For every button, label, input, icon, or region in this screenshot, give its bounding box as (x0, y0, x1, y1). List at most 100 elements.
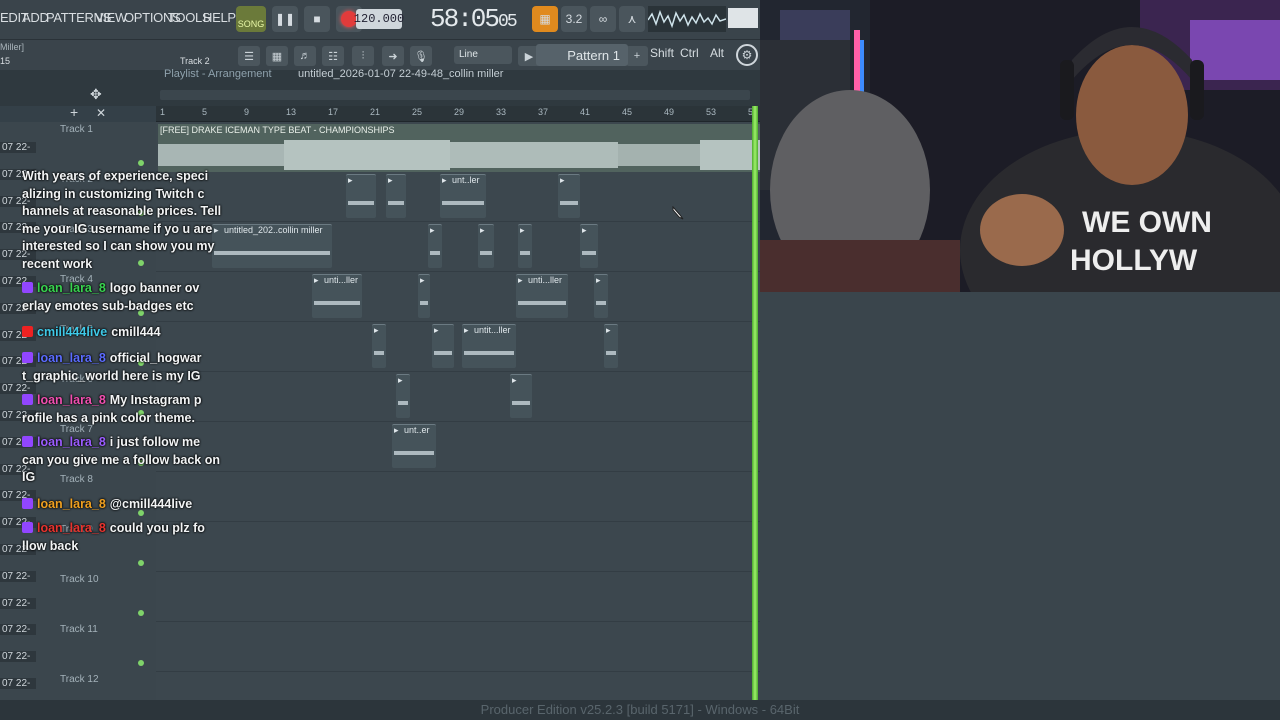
pattern-clip[interactable]: ▸ (418, 274, 430, 318)
timeline-ruler[interactable]: 159131721252933374145495357 (156, 106, 760, 122)
menu-help[interactable]: HELP (203, 10, 236, 25)
track-lane[interactable] (156, 522, 760, 572)
track-mute-led[interactable] (138, 560, 144, 566)
shift-key[interactable]: Shift (650, 46, 674, 60)
pause-icon: ❚❚ (274, 12, 296, 26)
pattern-clip[interactable]: ▸ unt..er (392, 424, 436, 468)
pattern-clip[interactable]: ▸ (594, 274, 608, 318)
youtube-badge-icon (22, 326, 33, 337)
clip-label: unti...ller (528, 275, 563, 285)
clip-label: untit...ller (474, 325, 511, 335)
track-mute-led[interactable] (138, 660, 144, 666)
clip-waveform (560, 201, 578, 205)
chat-message: loan_lara_8 i just follow me can you give… (22, 434, 222, 487)
clip-arrow-icon: ▸ (430, 225, 435, 235)
pattern-clip[interactable]: ▸ (510, 374, 532, 418)
clip-waveform (512, 401, 530, 405)
track-label[interactable]: Track 1 (60, 124, 150, 135)
tempo-display[interactable]: 120.000 (354, 9, 404, 29)
cpu-meter (728, 8, 758, 28)
pause-button[interactable]: ❚❚ (272, 6, 298, 32)
close-icon[interactable]: ✕ (96, 106, 106, 120)
add-pattern-icon[interactable]: + (626, 46, 648, 66)
mic-icon[interactable]: 🎙 (410, 46, 432, 66)
transport-panel: SONG ❚❚ ■ (236, 4, 362, 34)
track-lane[interactable] (156, 422, 760, 472)
menu-view[interactable]: VIEW (95, 10, 127, 25)
history-timestamp[interactable]: 07 22- (0, 597, 36, 609)
playlist-icon[interactable]: ☰ (238, 46, 260, 66)
track-mute-led[interactable] (138, 610, 144, 616)
track-lane[interactable] (156, 622, 760, 672)
clip-arrow-icon: ▸ (596, 275, 601, 285)
chat-username: loan_lara_8 (37, 521, 106, 535)
chat-message: loan_lara_8 @cmill444live (22, 496, 222, 514)
arrow-icon[interactable]: ➜ (382, 46, 404, 66)
pattern-clip[interactable]: ▸ (432, 324, 454, 368)
history-timestamp[interactable]: 07 22- (0, 678, 36, 689)
chat-username: loan_lara_8 (37, 351, 106, 365)
menu-add[interactable]: ADD (22, 10, 49, 25)
hoodie-text-2: HOLLYW (1070, 244, 1198, 277)
pattern-clip[interactable]: ▸ (386, 174, 406, 218)
track-mute-led[interactable] (138, 160, 144, 166)
channel-rack-icon[interactable]: ▦ (266, 46, 288, 66)
clip-waveform (398, 401, 408, 405)
clip-waveform (606, 351, 616, 355)
pattern-clip[interactable]: ▸ (604, 324, 618, 368)
pattern-clip[interactable]: ▸ (518, 224, 532, 268)
piano-roll-icon[interactable]: ♬ (294, 46, 316, 66)
settings-gear-icon[interactable]: ⚙ (736, 44, 758, 66)
pattern-clip[interactable]: ▸ (396, 374, 410, 418)
track-lane[interactable] (156, 272, 760, 322)
track-lane[interactable] (156, 472, 760, 522)
history-timestamp[interactable]: 07 22- (0, 624, 36, 636)
blend-notes-icon[interactable]: ⋏ (619, 6, 645, 32)
hoodie-text: WE OWN (1082, 206, 1212, 239)
metronome-icon[interactable]: ▦ (532, 6, 558, 32)
pattern-clip[interactable]: ▸ (478, 224, 494, 268)
ctrl-key[interactable]: Ctrl (680, 46, 699, 60)
clip-arrow-icon: ▸ (434, 325, 439, 335)
track-lane[interactable] (156, 322, 760, 372)
ruler-tick: 1 (160, 107, 166, 117)
mixer-icon[interactable]: ⫶ (352, 46, 374, 66)
pattern-clip[interactable]: ▸ (558, 174, 580, 218)
pattern-clip[interactable]: ▸ (346, 174, 376, 218)
pattern-clip[interactable]: ▸ (580, 224, 598, 268)
pattern-clip[interactable]: ▸ unt..ler (440, 174, 486, 218)
history-timestamp[interactable]: 07 22- (0, 142, 36, 153)
browser-icon[interactable]: ☷ (322, 46, 344, 66)
horizontal-scrollbar[interactable] (160, 90, 750, 100)
history-timestamp[interactable]: 07 22- (0, 570, 36, 582)
pattern-selector[interactable]: Pattern 1 (536, 44, 628, 66)
track-label[interactable]: Track 11 (60, 624, 150, 635)
alt-key[interactable]: Alt (710, 46, 724, 60)
track-lane[interactable] (156, 572, 760, 622)
move-icon[interactable]: ✥ (90, 86, 102, 103)
loop-record-icon[interactable]: ∞ (590, 6, 616, 32)
pattern-clip[interactable]: ▸ (428, 224, 442, 268)
pattern-clip[interactable]: ▸ unti...ller (312, 274, 362, 318)
pattern-clip[interactable]: ▸ unti...ller (516, 274, 568, 318)
add-track-icon[interactable]: + (70, 104, 78, 120)
playhead-marker[interactable] (752, 106, 758, 700)
project-user: Miller] (0, 42, 24, 52)
project-number: 15 (0, 56, 11, 66)
track-label[interactable]: Track 12 (60, 674, 150, 685)
pattern-clip[interactable]: ▸ (372, 324, 386, 368)
ruler-tick: 49 (664, 107, 675, 117)
stop-button[interactable]: ■ (304, 6, 330, 32)
pattern-clip[interactable]: ▸ untitled_202..collin miller (212, 224, 332, 268)
precount-icon[interactable]: 3.2 (561, 6, 587, 32)
ruler-tick: 33 (496, 107, 507, 117)
track-lane[interactable] (156, 372, 760, 422)
audio-clip[interactable]: [FREE] DRAKE ICEMAN TYPE BEAT - CHAMPION… (158, 124, 760, 172)
song-mode-toggle[interactable]: SONG (236, 6, 266, 32)
pattern-clip[interactable]: ▸ untit...ller (462, 324, 516, 368)
ruler-tick: 53 (706, 107, 717, 117)
snap-select[interactable]: Line (454, 46, 512, 64)
ruler-tick: 13 (286, 107, 297, 117)
track-label[interactable]: Track 10 (60, 574, 150, 585)
history-timestamp[interactable]: 07 22- (0, 651, 36, 663)
